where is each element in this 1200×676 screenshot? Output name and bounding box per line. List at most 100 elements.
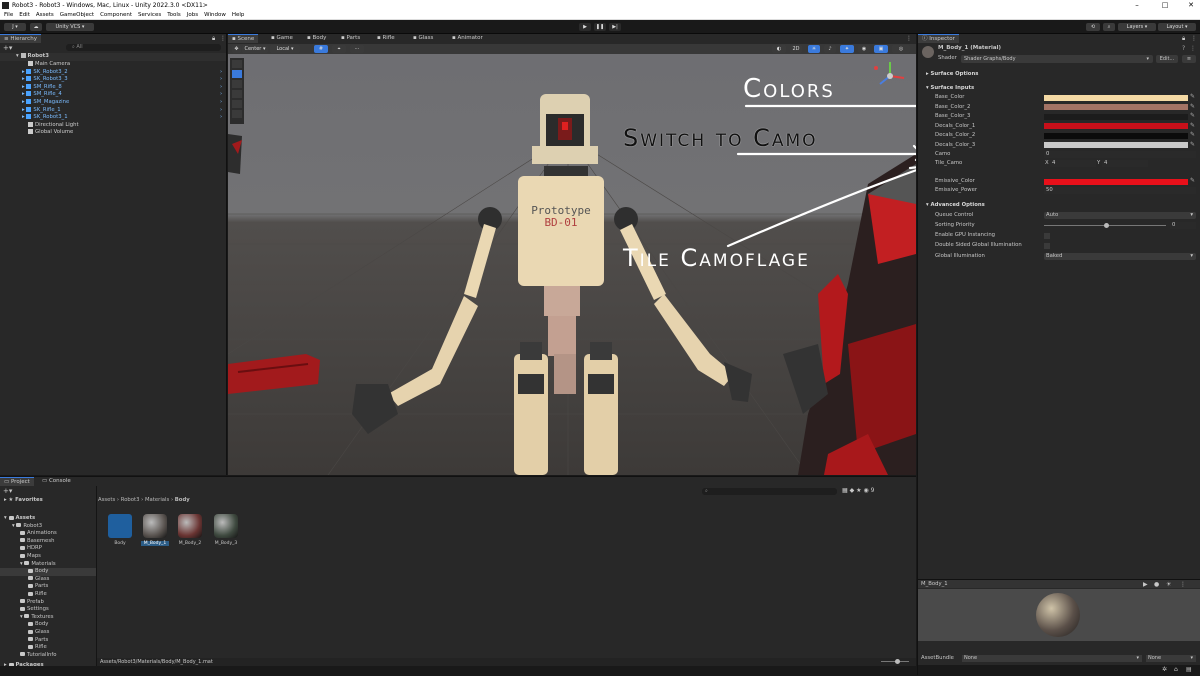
open-prefab-icon[interactable]: › <box>220 114 222 122</box>
increment-icon[interactable]: ⋯ <box>350 45 364 53</box>
cloud-icon[interactable]: ☁ <box>30 23 42 31</box>
open-prefab-icon[interactable]: › <box>220 107 222 115</box>
surface-inputs-foldout[interactable]: ▾ Surface Inputs <box>918 84 1200 93</box>
open-prefab-icon[interactable]: › <box>220 91 222 99</box>
hierarchy-item-sm-rifle-8[interactable]: ▸ SM_Rifle_8 › <box>0 83 226 92</box>
open-prefab-icon[interactable]: › <box>220 76 222 84</box>
open-prefab-icon[interactable]: › <box>220 69 222 77</box>
lighting-icon[interactable]: ☀ <box>808 45 820 53</box>
settings-icon[interactable]: ⋮ <box>1190 45 1196 52</box>
folder-glass[interactable]: Glass <box>0 629 96 637</box>
tab-inspector[interactable]: ⓘ Inspector <box>918 34 959 43</box>
breadcrumb-materials[interactable]: Materials <box>145 497 169 503</box>
menu-services[interactable]: Services <box>138 11 161 19</box>
folder-glass[interactable]: Glass <box>0 576 96 584</box>
tab-body[interactable]: ▪ Body <box>303 34 330 43</box>
color-swatch[interactable] <box>1044 132 1188 139</box>
more-icon[interactable]: ⋮ <box>1191 35 1197 42</box>
folder-animations[interactable]: Animations <box>0 530 96 538</box>
hidden-icon[interactable]: ◉ <box>858 45 870 53</box>
folder-body[interactable]: Body <box>0 568 96 576</box>
camo-field[interactable]: 0 <box>1044 151 1196 158</box>
project-search-input[interactable]: ⌕ <box>702 488 837 495</box>
hierarchy-item-sm-magazine[interactable]: ▸ SM_Magazine › <box>0 99 226 107</box>
pause-icon[interactable]: ❚❚ <box>594 23 606 31</box>
variant-dropdown[interactable]: None ▾ <box>1146 655 1196 662</box>
double-sided-gi-checkbox[interactable] <box>1044 242 1050 249</box>
menu-window[interactable]: Window <box>204 11 226 19</box>
gpu-instancing-checkbox[interactable] <box>1044 232 1050 239</box>
favorite-icon[interactable]: ★ <box>856 487 861 494</box>
hidden-packages-icon[interactable]: ◉ <box>863 487 868 494</box>
menu-assets[interactable]: Assets <box>36 11 54 19</box>
folder-prefab[interactable]: Prefab <box>0 599 96 607</box>
open-prefab-icon[interactable]: › <box>220 84 222 92</box>
menu-edit[interactable]: Edit <box>19 11 30 19</box>
folder-parts[interactable]: Parts <box>0 637 96 645</box>
add-icon[interactable]: +▾ <box>3 44 12 52</box>
color-swatch[interactable] <box>1044 113 1188 120</box>
minimize-icon[interactable]: – <box>1124 0 1150 11</box>
color-swatch[interactable] <box>1044 142 1188 148</box>
tile-y-field[interactable]: 4 <box>1102 160 1148 167</box>
layout-dropdown[interactable]: Layout ▾ <box>1158 23 1196 31</box>
menu-tools[interactable]: Tools <box>167 11 181 19</box>
tab-game[interactable]: ▪ Game <box>267 34 297 43</box>
zoom-slider-thumb[interactable] <box>895 659 900 664</box>
play-icon[interactable]: ▶ <box>579 23 591 31</box>
cache-icon[interactable]: ▤ <box>1186 666 1192 673</box>
tab-parts[interactable]: ▪ Parts <box>337 34 364 43</box>
color-swatch[interactable] <box>1044 123 1188 129</box>
queue-control-dropdown[interactable]: Auto ▾ <box>1044 212 1196 219</box>
advanced-options-foldout[interactable]: ▾ Advanced Options <box>918 201 1200 210</box>
pivot-dropdown[interactable]: Center ▾ <box>242 45 268 53</box>
folder-maps[interactable]: Maps <box>0 553 96 561</box>
layers-dropdown[interactable]: Layers ▾ <box>1118 23 1156 31</box>
breadcrumb-robot3[interactable]: Robot3 <box>121 497 140 503</box>
emissive-color-swatch[interactable] <box>1044 178 1188 185</box>
tab-console[interactable]: ▭ Console <box>38 477 75 486</box>
sorting-priority-field[interactable]: 0 <box>1170 222 1196 229</box>
folder-rifle[interactable]: Rifle <box>0 591 96 599</box>
asset-m-body-2[interactable]: M_Body_2 <box>176 514 204 546</box>
transform-icon[interactable]: ✥ <box>232 45 241 53</box>
folder-textures[interactable]: ▾ Textures <box>0 614 96 622</box>
shader-dropdown[interactable]: Shader Graphs/Body ▾ <box>961 55 1153 63</box>
hierarchy-item-sm-rifle-4[interactable]: ▸ SM_Rifle_4 › <box>0 91 226 99</box>
lock-icon[interactable]: 🔒︎ <box>212 35 215 43</box>
folder-materials[interactable]: ▾ Materials <box>0 561 96 569</box>
color-swatch[interactable] <box>1044 94 1188 101</box>
menu-file[interactable]: File <box>4 11 13 19</box>
snap-icon[interactable]: ⌖ <box>332 45 346 53</box>
folder-settings[interactable]: Settings <box>0 606 96 614</box>
bug-icon[interactable]: ✲ <box>1162 666 1167 673</box>
tab-hierarchy[interactable]: ≡ Hierarchy <box>0 34 41 43</box>
hierarchy-item-main-camera[interactable]: Main Camera <box>0 61 226 69</box>
tab-animator[interactable]: ▪ Animator <box>448 34 487 43</box>
eyedropper-icon[interactable]: ✎ <box>1190 94 1196 100</box>
help-icon[interactable]: ? <box>1182 45 1185 52</box>
menu-component[interactable]: Component <box>100 11 132 19</box>
hierarchy-item-sk-robot3-3[interactable]: ▸ SK_Robot3_3 › <box>0 76 226 84</box>
folder-assets[interactable]: ▾ Assets <box>0 515 96 523</box>
open-prefab-icon[interactable]: › <box>220 99 222 107</box>
hierarchy-item-sk-robot3-1[interactable]: ▸ SK_Robot3_1 › <box>0 114 226 122</box>
history-icon[interactable]: ⟲ <box>1086 23 1100 31</box>
draw-mode-icon[interactable]: ◐ <box>772 45 786 53</box>
global-illumination-dropdown[interactable]: Baked ▾ <box>1044 253 1196 260</box>
network-icon[interactable]: ⌂ <box>1174 666 1178 673</box>
shader-menu-icon[interactable]: ≡ <box>1182 55 1196 63</box>
more-icon[interactable]: ⋮ <box>220 35 226 42</box>
effects-icon[interactable]: ✦ <box>840 45 854 53</box>
filter-label-icon[interactable]: ◆ <box>850 487 855 494</box>
folder-rifle[interactable]: Rifle <box>0 644 96 652</box>
gizmos-icon[interactable]: ◎ <box>892 45 910 53</box>
vcs-button[interactable]: Unity VCS ▾ <box>46 23 94 31</box>
lock-icon[interactable]: 🔒︎ <box>1182 35 1185 43</box>
emissive-power-field[interactable]: 50 <box>1044 187 1196 194</box>
maximize-icon[interactable]: □ <box>1152 0 1178 11</box>
close-icon[interactable]: ✕ <box>1178 0 1200 11</box>
search-icon[interactable]: ⌕ <box>1103 23 1115 31</box>
folder-hdrp[interactable]: HDRP <box>0 545 96 553</box>
play-preview-icon[interactable]: ▶ <box>1143 580 1148 589</box>
